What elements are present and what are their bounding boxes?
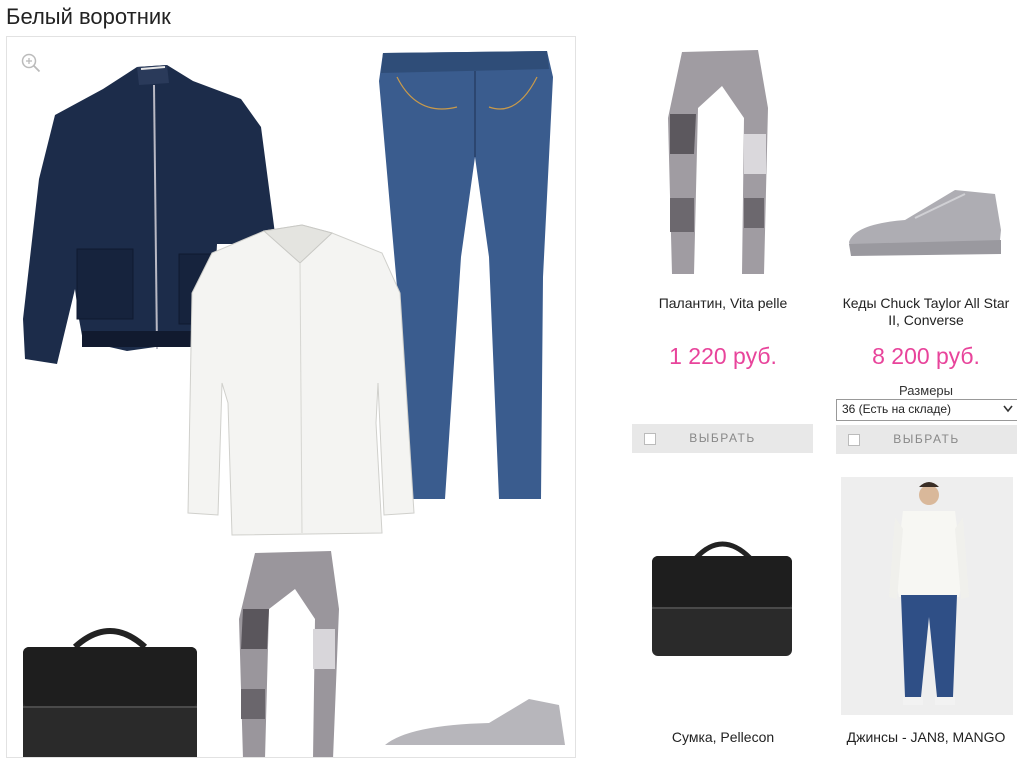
- select-button-label: ВЫБРАТЬ: [893, 432, 960, 446]
- shirt-image: [187, 224, 415, 536]
- select-button-sneakers[interactable]: ВЫБРАТЬ: [836, 425, 1017, 454]
- page-title: Белый воротник: [6, 4, 171, 29]
- sneaker-image: [385, 699, 565, 745]
- size-select-value: 36 (Есть на складе): [842, 402, 951, 416]
- bag-image: [23, 628, 197, 757]
- select-button-scarf[interactable]: ВЫБРАТЬ: [632, 424, 813, 453]
- product-price-sneakers: 8 200 руб.: [872, 343, 980, 369]
- outfit-collage[interactable]: [6, 36, 576, 758]
- product-sneakers-image[interactable]: [845, 180, 1005, 260]
- product-price-scarf: 1 220 руб.: [669, 343, 777, 369]
- model-figure: [889, 482, 969, 705]
- chevron-down-icon: [1003, 405, 1013, 413]
- product-scarf-image[interactable]: [664, 48, 774, 276]
- select-button-label: ВЫБРАТЬ: [689, 431, 756, 445]
- product-bag-image[interactable]: [646, 530, 798, 658]
- sizes-label: Размеры: [898, 383, 954, 398]
- scarf-image: [239, 551, 339, 757]
- product-name-sneakers[interactable]: Кеды Chuck Taylor All Star II, Converse: [836, 295, 1016, 329]
- size-select[interactable]: 36 (Есть на складе): [836, 399, 1017, 421]
- product-jeans-model-image[interactable]: [841, 477, 1013, 715]
- product-name-bag[interactable]: Сумка, Pellecon: [632, 729, 814, 746]
- product-name-scarf[interactable]: Палантин, Vita pelle: [632, 295, 814, 312]
- product-name-jeans[interactable]: Джинсы - JAN8, MANGO: [836, 729, 1016, 746]
